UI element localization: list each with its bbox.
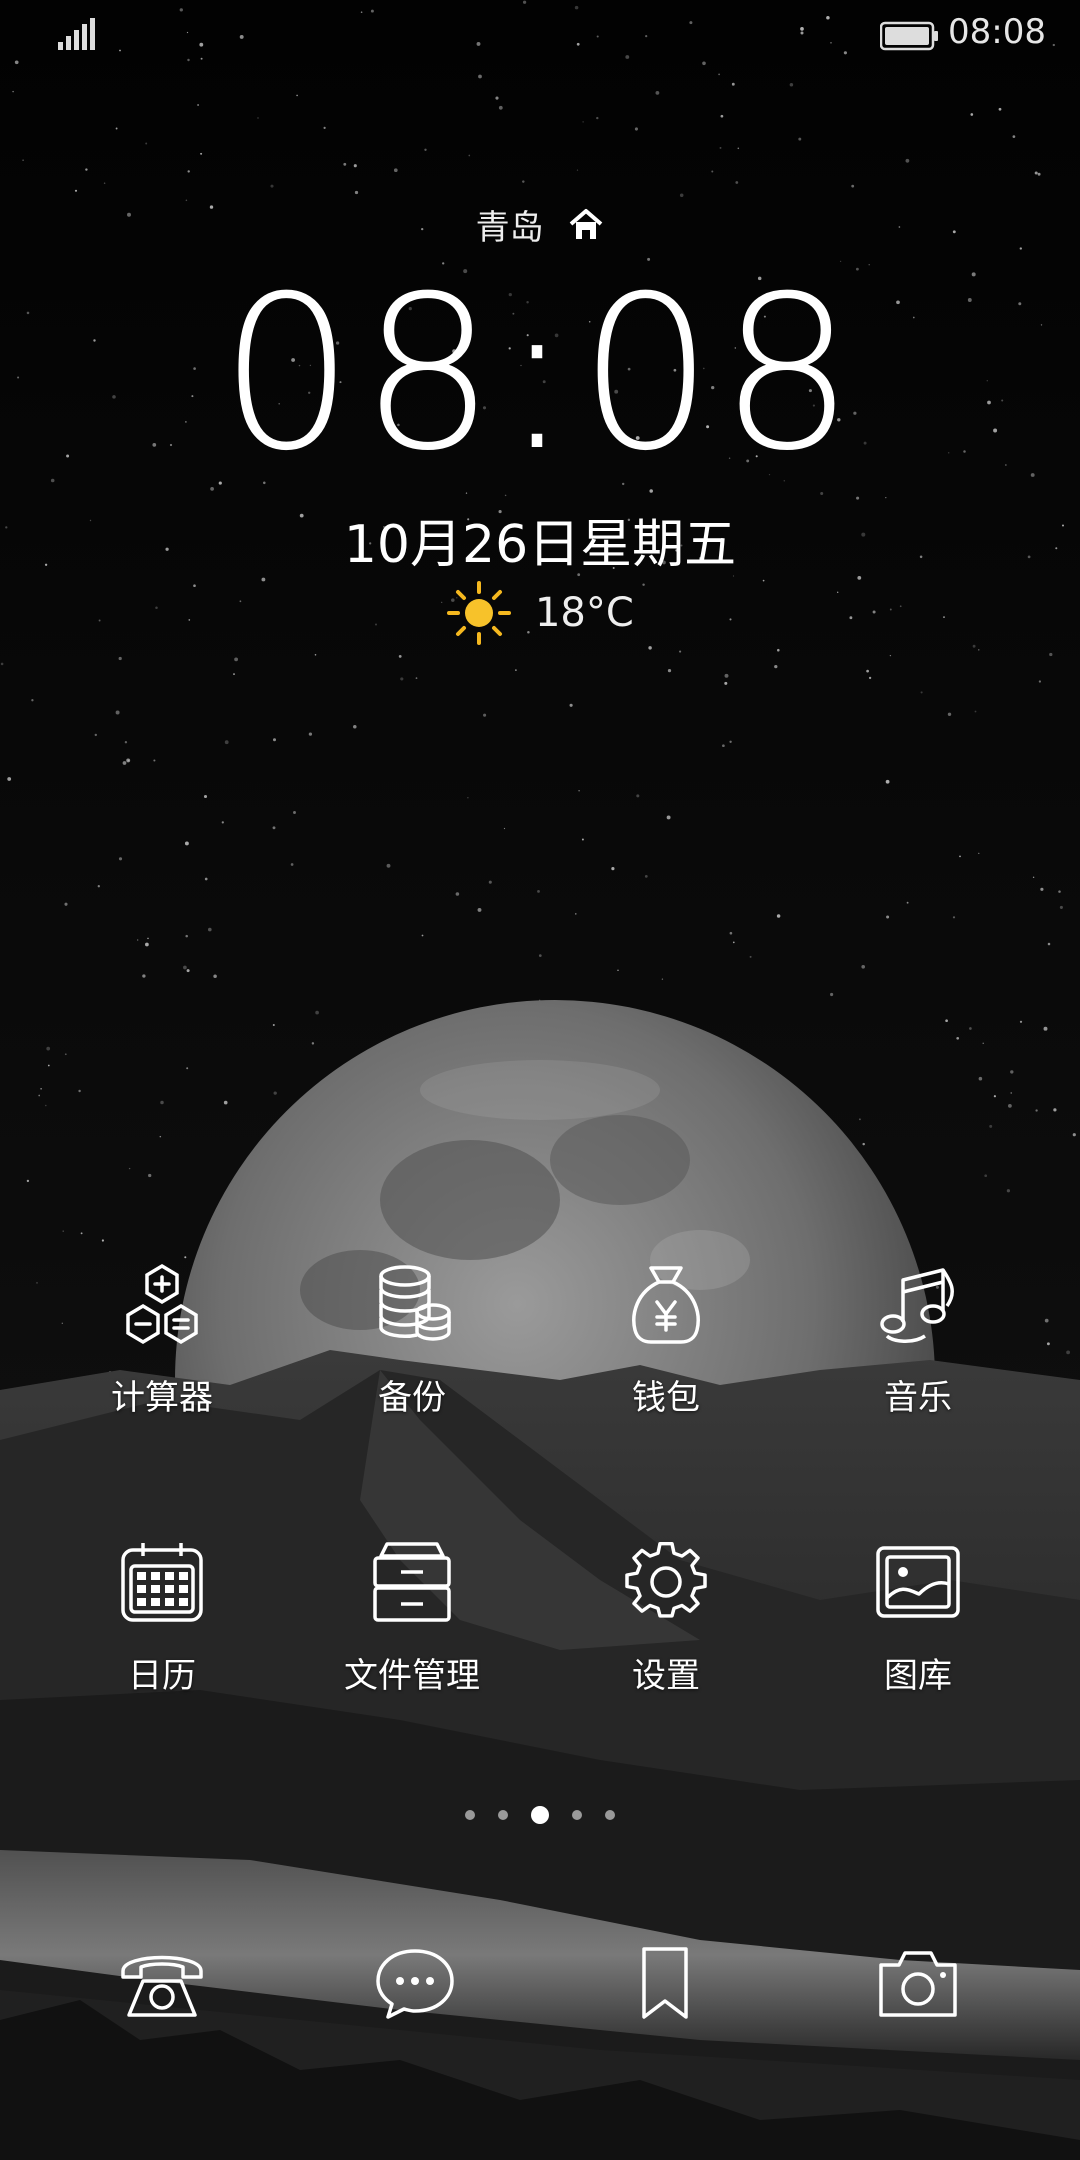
page-dot[interactable] (497, 1809, 508, 1820)
sun-icon (447, 581, 512, 645)
app-label: 设置 (632, 1656, 700, 1696)
app-file-manager[interactable]: 文件管理 (302, 1540, 522, 1697)
app-label: 文件管理 (344, 1656, 480, 1696)
app-label: 计算器 (111, 1378, 213, 1418)
file-manager-icon (373, 1542, 451, 1622)
gallery-icon (876, 1546, 960, 1618)
page-indicator[interactable] (0, 1804, 1080, 1824)
app-gallery[interactable]: 图库 (808, 1540, 1028, 1697)
dock-messages[interactable] (370, 1945, 460, 2025)
city-name: 青岛 (475, 208, 544, 248)
battery-icon (880, 21, 938, 51)
calculator-icon (126, 1263, 198, 1345)
app-label: 日历 (128, 1656, 196, 1696)
status-bar: 08:08 (0, 0, 1080, 70)
messages-icon (376, 1949, 454, 2019)
camera-icon (879, 1951, 957, 2017)
clock[interactable]: 08:08 (0, 268, 1080, 480)
dock-phone[interactable] (117, 1945, 207, 2025)
app-calculator[interactable]: 计算器 (52, 1262, 272, 1419)
calendar-icon (121, 1543, 203, 1622)
page-dot[interactable] (572, 1809, 583, 1820)
page-dot[interactable] (464, 1809, 475, 1820)
app-label: 备份 (378, 1378, 446, 1418)
dock-bookmark[interactable] (620, 1945, 710, 2025)
weather-location[interactable]: 青岛 (0, 200, 1080, 249)
settings-icon (625, 1542, 707, 1618)
app-settings[interactable]: 设置 (556, 1540, 776, 1697)
wallet-icon (632, 1266, 700, 1344)
weather-widget[interactable]: 18°C (0, 580, 1080, 646)
app-label: 钱包 (632, 1378, 700, 1418)
home-icon (570, 208, 603, 239)
app-music[interactable]: 音乐 (808, 1262, 1028, 1419)
date: 10月26日星期五 (343, 515, 737, 575)
app-wallet[interactable]: 钱包 (556, 1262, 776, 1419)
page-dot[interactable] (605, 1809, 616, 1820)
status-time: 08:08 (948, 12, 1046, 52)
music-icon (880, 1268, 954, 1343)
app-label: 音乐 (884, 1378, 952, 1418)
dock-camera[interactable] (873, 1945, 963, 2025)
app-label: 图库 (884, 1656, 952, 1696)
page-dot-active[interactable] (531, 1805, 549, 1824)
app-backup[interactable]: 备份 (302, 1262, 522, 1419)
bookmark-icon (642, 1947, 688, 2019)
phone-icon (121, 1955, 203, 2017)
temperature: 18°C (534, 590, 634, 636)
signal-icon (58, 18, 95, 50)
app-calendar[interactable]: 日历 (52, 1540, 272, 1697)
backup-icon (379, 1265, 451, 1341)
